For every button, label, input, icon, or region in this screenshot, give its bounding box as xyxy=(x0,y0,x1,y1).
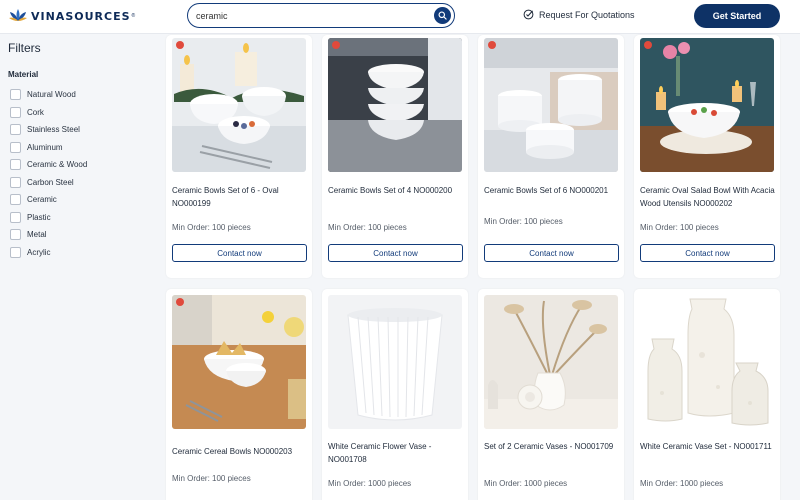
checkbox[interactable] xyxy=(10,141,21,153)
filters-sidebar: Filters Material Natural Wood Cork Stain… xyxy=(0,35,160,500)
filter-item-natural-wood[interactable]: Natural Wood xyxy=(10,86,87,104)
filter-item-plastic[interactable]: Plastic xyxy=(10,209,87,227)
filter-label: Plastic xyxy=(27,212,51,222)
filter-label: Stainless Steel xyxy=(27,125,80,135)
product-image[interactable] xyxy=(640,38,774,172)
filter-label: Ceramic & Wood xyxy=(27,160,88,170)
product-image[interactable] xyxy=(328,38,462,172)
min-order: Min Order: 100 pieces xyxy=(172,474,251,483)
get-started-button[interactable]: Get Started xyxy=(694,4,780,28)
min-order: Min Order: 100 pieces xyxy=(328,223,407,232)
product-name[interactable]: Ceramic Cereal Bowls NO000203 xyxy=(172,445,308,458)
filter-item-stainless-steel[interactable]: Stainless Steel xyxy=(10,121,87,139)
product-image[interactable] xyxy=(484,295,618,429)
contact-now-button[interactable]: Contact now xyxy=(484,244,619,262)
filters-heading: Filters xyxy=(8,41,41,55)
product-name[interactable]: White Ceramic Vase Set - NO001711 xyxy=(640,440,776,453)
checkbox[interactable] xyxy=(10,159,21,171)
top-header: VINASOURCES ® Request For Quotations Get… xyxy=(0,0,800,34)
checkbox[interactable] xyxy=(10,194,21,206)
search-button[interactable] xyxy=(434,7,451,24)
checkbox[interactable] xyxy=(10,229,21,241)
supplier-badge-icon xyxy=(488,41,496,49)
checkbox[interactable] xyxy=(10,211,21,223)
contact-now-button[interactable]: Contact now xyxy=(172,244,307,262)
target-check-icon xyxy=(523,9,534,20)
product-name[interactable]: Ceramic Bowls Set of 6 NO000201 xyxy=(484,184,620,197)
product-image[interactable] xyxy=(172,38,306,172)
search-input[interactable] xyxy=(196,7,431,24)
product-name[interactable]: Ceramic Oval Salad Bowl With Acacia Wood… xyxy=(640,184,776,210)
supplier-badge-icon xyxy=(176,298,184,306)
product-image[interactable] xyxy=(484,38,618,172)
filter-item-acrylic[interactable]: Acrylic xyxy=(10,244,87,262)
product-card[interactable]: White Ceramic Flower Vase - NO001708 Min… xyxy=(322,289,468,500)
product-card[interactable]: Ceramic Oval Salad Bowl With Acacia Wood… xyxy=(634,35,780,278)
filter-label: Aluminum xyxy=(27,142,63,152)
min-order: Min Order: 1000 pieces xyxy=(328,479,412,488)
supplier-badge-icon xyxy=(332,41,340,49)
brand-logo[interactable]: VINASOURCES ® xyxy=(8,7,135,25)
checkbox[interactable] xyxy=(10,124,21,136)
filter-item-ceramic-wood[interactable]: Ceramic & Wood xyxy=(10,156,87,174)
checkbox[interactable] xyxy=(10,106,21,118)
contact-now-button[interactable]: Contact now xyxy=(328,244,463,262)
request-quotations-link[interactable]: Request For Quotations xyxy=(523,9,635,20)
search-icon xyxy=(438,11,447,20)
registered-mark: ® xyxy=(131,13,136,19)
product-name[interactable]: Ceramic Bowls Set of 4 NO000200 xyxy=(328,184,464,197)
product-card[interactable]: Ceramic Bowls Set of 4 NO000200 Min Orde… xyxy=(322,35,468,278)
product-image[interactable] xyxy=(328,295,462,429)
lotus-logo-icon xyxy=(9,9,27,21)
product-image[interactable] xyxy=(172,295,306,429)
filter-item-cork[interactable]: Cork xyxy=(10,104,87,122)
product-name[interactable]: Ceramic Bowls Set of 6 - Oval NO000199 xyxy=(172,184,308,210)
min-order: Min Order: 1000 pieces xyxy=(484,479,568,488)
product-card[interactable]: Ceramic Bowls Set of 6 - Oval NO000199 M… xyxy=(166,35,312,278)
search-bar xyxy=(187,3,455,28)
contact-now-button[interactable]: Contact now xyxy=(640,244,775,262)
product-card[interactable]: Set of 2 Ceramic Vases - NO001709 Min Or… xyxy=(478,289,624,500)
filter-item-carbon-steel[interactable]: Carbon Steel xyxy=(10,174,87,192)
checkbox[interactable] xyxy=(10,246,21,258)
filter-item-aluminum[interactable]: Aluminum xyxy=(10,139,87,157)
filter-item-ceramic[interactable]: Ceramic xyxy=(10,191,87,209)
min-order: Min Order: 100 pieces xyxy=(640,223,719,232)
filter-label: Carbon Steel xyxy=(27,177,74,187)
material-filter-list: Natural Wood Cork Stainless Steel Alumin… xyxy=(10,86,87,261)
product-card[interactable]: White Ceramic Vase Set - NO001711 Min Or… xyxy=(634,289,780,500)
filter-label: Cork xyxy=(27,107,44,117)
rfq-label: Request For Quotations xyxy=(539,9,635,20)
min-order: Min Order: 100 pieces xyxy=(484,217,563,226)
product-card[interactable]: Ceramic Cereal Bowls NO000203 Min Order:… xyxy=(166,289,312,500)
product-card[interactable]: Ceramic Bowls Set of 6 NO000201 Min Orde… xyxy=(478,35,624,278)
filter-label: Acrylic xyxy=(27,247,51,257)
supplier-badge-icon xyxy=(644,41,652,49)
checkbox[interactable] xyxy=(10,176,21,188)
min-order: Min Order: 100 pieces xyxy=(172,223,251,232)
filter-label: Natural Wood xyxy=(27,90,76,100)
product-name[interactable]: Set of 2 Ceramic Vases - NO001709 xyxy=(484,440,620,453)
material-group-heading: Material xyxy=(8,70,39,79)
product-name[interactable]: White Ceramic Flower Vase - NO001708 xyxy=(328,440,464,466)
product-image[interactable] xyxy=(640,295,774,429)
checkbox[interactable] xyxy=(10,89,21,101)
filter-label: Ceramic xyxy=(27,195,57,205)
supplier-badge-icon xyxy=(176,41,184,49)
filter-label: Metal xyxy=(27,230,47,240)
filter-item-metal[interactable]: Metal xyxy=(10,226,87,244)
brand-name: VINASOURCES xyxy=(31,9,131,23)
min-order: Min Order: 1000 pieces xyxy=(640,479,724,488)
